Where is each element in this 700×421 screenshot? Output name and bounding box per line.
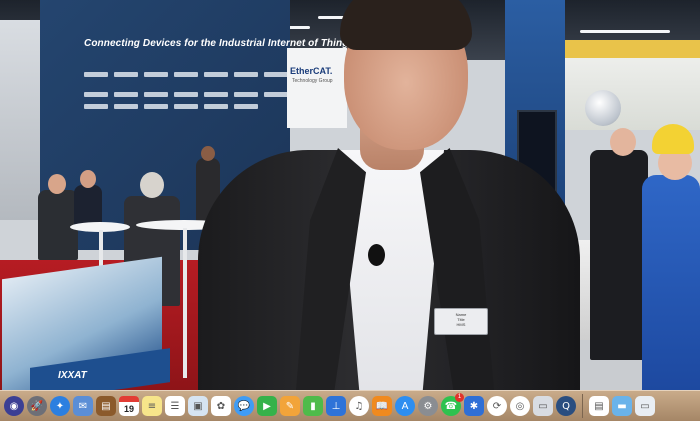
icon-glyph: Q [562, 400, 570, 412]
icon-glyph: ◉ [9, 400, 19, 412]
music-icon[interactable]: ♫ [349, 396, 369, 416]
calendar-header [119, 396, 139, 402]
icon-glyph: ⟳ [492, 400, 502, 412]
folder-icon[interactable]: ▬ [612, 396, 632, 416]
icon-glyph: ✱ [469, 400, 479, 412]
reminders-icon[interactable]: ☰ [165, 396, 185, 416]
sync-icon[interactable]: ⟳ [487, 396, 507, 416]
preview-icon[interactable]: ▣ [188, 396, 208, 416]
icon-glyph: ✎ [285, 400, 295, 412]
messages-icon[interactable]: 💬 [234, 396, 254, 416]
icon-glyph: ♫ [354, 400, 364, 412]
icon-glyph: ☎ [444, 400, 458, 412]
app-store-icon[interactable]: A [395, 396, 415, 416]
numbers-icon[interactable]: ▮ [303, 396, 323, 416]
whatsapp-icon[interactable]: ☎ 1 [441, 393, 464, 416]
icon-glyph: ◎ [515, 400, 525, 412]
icon-glyph: ▭ [640, 400, 650, 412]
icon-glyph: ✉ [78, 400, 88, 412]
notification-badge: 1 [455, 393, 464, 402]
siri-icon[interactable]: ◉ [4, 396, 24, 416]
icon-glyph: ▤ [101, 400, 111, 412]
facetime-icon[interactable]: ▶ [257, 396, 277, 416]
badge-line: HMS [456, 322, 466, 327]
settings-icon[interactable]: ⚙ [418, 396, 438, 416]
photos-icon[interactable]: ✿ [211, 396, 231, 416]
visitor-head [80, 170, 96, 188]
globe-display [585, 90, 621, 126]
ethercat-subtitle: Technology Group [292, 78, 333, 84]
safari-icon[interactable]: ✦ [50, 396, 70, 416]
partner-logos [84, 92, 288, 97]
icon-glyph: A [401, 400, 409, 412]
presenter-hair [340, 0, 472, 50]
ethercat-logo: EtherCAT. [290, 66, 333, 76]
lapel-microphone [368, 244, 385, 266]
visitor [590, 150, 648, 360]
launchpad-icon[interactable]: 🚀 [27, 396, 47, 416]
icon-glyph: ▣ [193, 400, 203, 412]
trash-icon[interactable]: ▭ [635, 396, 655, 416]
ceiling-light [580, 30, 670, 33]
dock: ◉ 🚀 ✦ ✉ ▤ 19 ≡ ☰ ▣ ✿ 💬 ▶ ✎ ▮ ⊥ ♫ 📖 A ⚙ ☎ 1 ✱ ⟳ ◎ ▭ Q ▤ ▬ ▭ [0, 390, 700, 421]
calendar-icon[interactable]: 19 [119, 396, 139, 416]
name-badge: Name Title HMS [434, 308, 488, 335]
icon-glyph: 💬 [237, 400, 251, 412]
brochure-brand: IXXAT [58, 370, 87, 381]
mail-icon[interactable]: ✉ [73, 396, 93, 416]
partner-logos [84, 72, 288, 77]
keynote-icon[interactable]: ⊥ [326, 396, 346, 416]
table-leg [183, 228, 187, 378]
screen: Connecting Devices for the Industrial In… [0, 0, 700, 421]
icon-glyph: ☰ [170, 400, 180, 412]
visitor-head [48, 174, 66, 194]
visitor-head [610, 128, 636, 156]
icon-glyph: 📖 [375, 400, 389, 412]
calendar-date: 19 [123, 403, 134, 414]
dock-separator [582, 394, 583, 418]
right-booth-stripe [565, 40, 700, 58]
visitor-blue-overalls [642, 175, 700, 390]
bluetooth-icon[interactable]: ✱ [464, 396, 484, 416]
icon-glyph: ▭ [538, 400, 548, 412]
icon-glyph: ▬ [617, 400, 627, 412]
icon-glyph: ✿ [216, 400, 226, 412]
finder-window-icon[interactable]: ▤ [589, 396, 609, 416]
video-frame[interactable]: Connecting Devices for the Industrial In… [0, 0, 700, 390]
icon-glyph: ▤ [594, 400, 604, 412]
icon-glyph: ⊥ [331, 400, 341, 412]
books-icon[interactable]: 📖 [372, 396, 392, 416]
contacts-icon[interactable]: ▤ [96, 396, 116, 416]
pages-icon[interactable]: ✎ [280, 396, 300, 416]
icon-glyph: ▶ [263, 400, 271, 412]
ethercat-sign [287, 48, 347, 128]
icon-glyph: 🚀 [30, 400, 44, 412]
partner-logos [84, 104, 258, 109]
icon-glyph: ▮ [310, 400, 316, 412]
screenflow-icon[interactable]: ▭ [533, 396, 553, 416]
visitor-head [201, 146, 215, 161]
icon-glyph: ≡ [147, 400, 157, 412]
quicktime-icon[interactable]: Q [556, 396, 576, 416]
icon-glyph: ✦ [55, 400, 65, 412]
chrome-icon[interactable]: ◎ [510, 396, 530, 416]
icon-glyph: ⚙ [423, 400, 433, 412]
notes-icon[interactable]: ≡ [142, 396, 162, 416]
visitor-head [140, 172, 164, 198]
